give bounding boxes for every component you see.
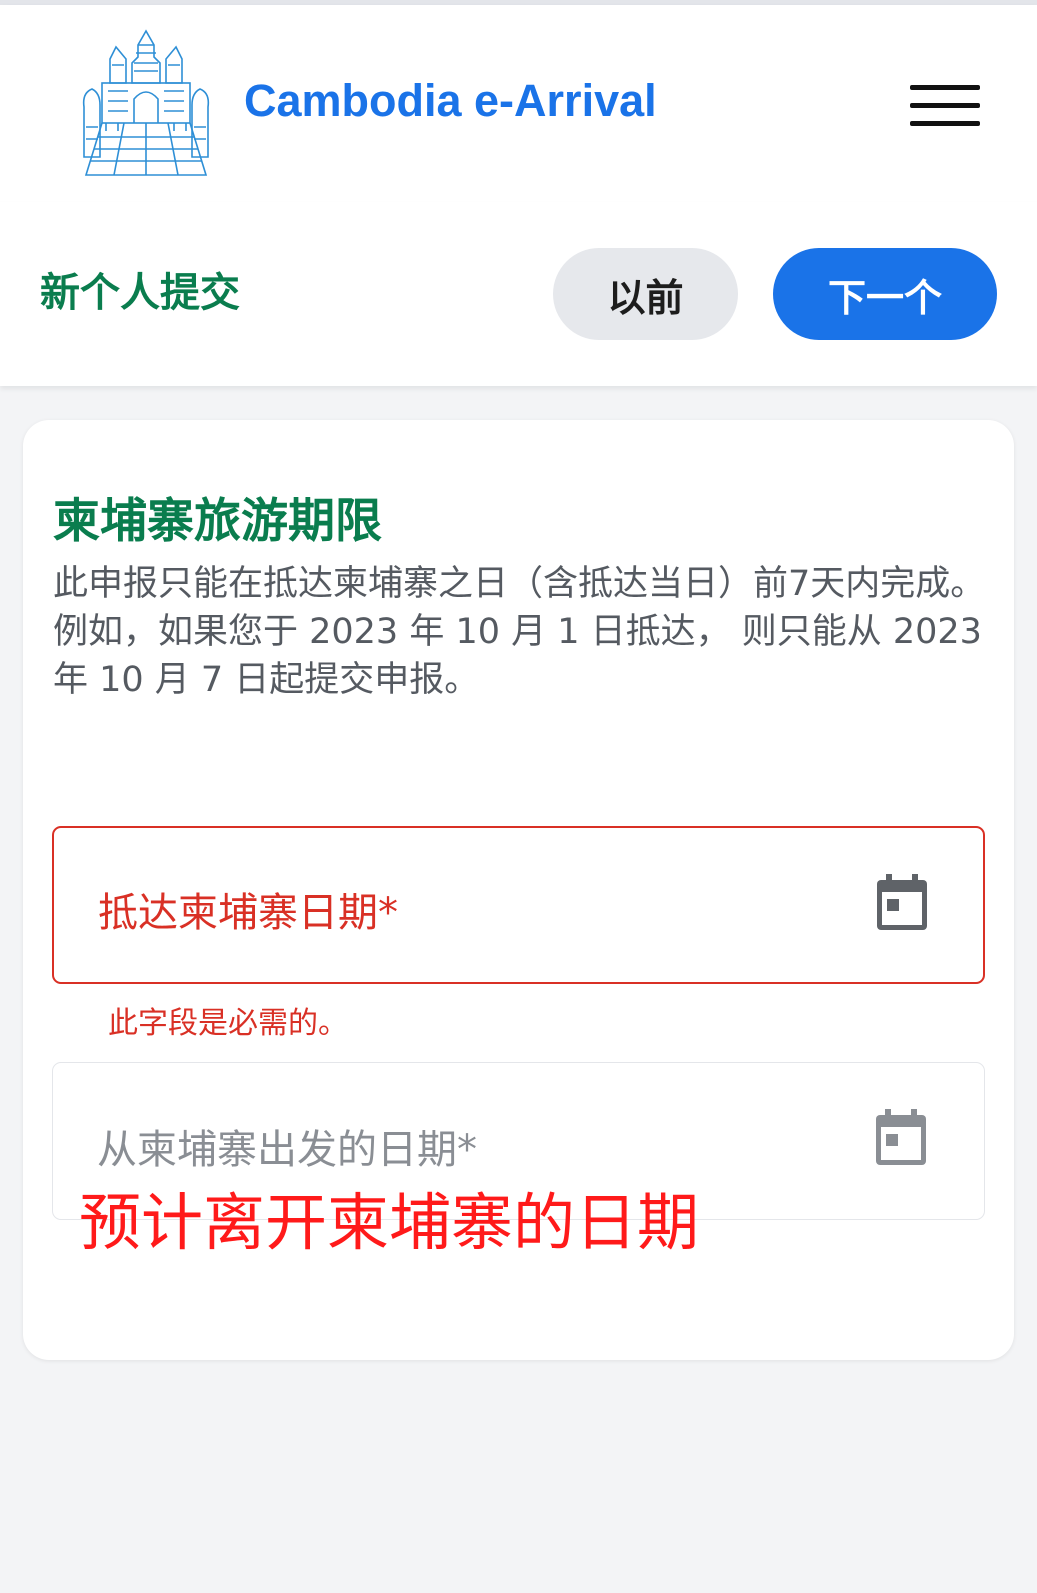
arrival-date-error: 此字段是必需的。 [108, 1006, 348, 1041]
departure-date-label: 从柬埔寨出发的日期* [97, 1127, 477, 1173]
previous-button[interactable]: 以前 [553, 248, 738, 340]
description-line-2: 例如，如果您于 2023 年 10 月 1 日抵达， 则只能从 2023 年 1… [53, 612, 982, 700]
travel-period-card: 柬埔寨旅游期限 此申报只能在抵达柬埔寨之日（含抵达当日）前7天内完成。 例如，如… [23, 420, 1014, 1360]
annotation-text: 预计离开柬埔寨的日期 [79, 1186, 700, 1259]
page-title: 新个人提交 [40, 270, 240, 316]
angkor-temple-logo [78, 27, 214, 183]
calendar-icon[interactable] [873, 1107, 929, 1169]
section-description: 此申报只能在抵达柬埔寨之日（含抵达当日）前7天内完成。 例如，如果您于 2023… [53, 560, 988, 704]
section-title: 柬埔寨旅游期限 [53, 494, 382, 549]
app-title: Cambodia e-Arrival [244, 75, 657, 126]
hamburger-menu-icon[interactable] [908, 83, 982, 131]
app-header: Cambodia e-Arrival [0, 5, 1037, 202]
arrival-date-field[interactable]: 抵达柬埔寨日期* [52, 826, 985, 984]
calendar-icon[interactable] [874, 872, 930, 934]
submission-toolbar: 新个人提交 以前 下一个 [0, 202, 1037, 386]
description-line-1: 此申报只能在抵达柬埔寨之日（含抵达当日）前7天内完成。 [53, 564, 986, 604]
next-button[interactable]: 下一个 [773, 248, 997, 340]
arrival-date-label: 抵达柬埔寨日期* [98, 890, 398, 936]
